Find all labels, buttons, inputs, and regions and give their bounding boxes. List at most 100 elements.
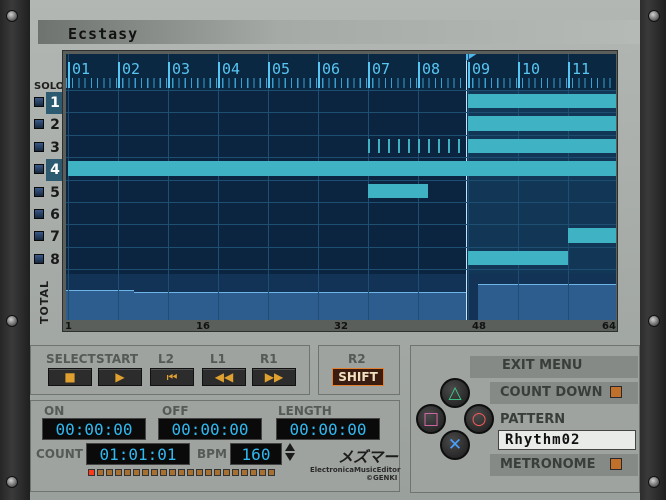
app-logo: メズマー ElectronicaMusicEditor ©GENKI: [308, 440, 400, 486]
metronome-indicator[interactable]: [610, 458, 622, 470]
row-line: [66, 179, 616, 181]
track-row-5[interactable]: 5: [30, 182, 66, 204]
count-led: [169, 469, 176, 476]
logo-subtitle: ElectronicaMusicEditor: [310, 466, 401, 474]
total-label: TOTAL: [38, 280, 51, 325]
solo-toggle[interactable]: [34, 253, 44, 264]
rewind-icon: ◀◀: [214, 370, 234, 384]
on-time-display[interactable]: 00:00:00: [42, 418, 146, 440]
total-level-step: [478, 284, 616, 320]
track-row-6[interactable]: 6: [30, 204, 66, 226]
bpm-display[interactable]: 160: [230, 443, 282, 465]
rack-left-rail: [0, 0, 30, 500]
song-title: Ecstasy: [68, 25, 139, 43]
arrow-up-icon[interactable]: [285, 443, 295, 451]
scale-label: 1: [65, 321, 72, 332]
count-led: [214, 469, 221, 476]
rack-right-rail: [636, 0, 666, 500]
total-level-step: [134, 292, 466, 320]
transport-label: L1: [210, 352, 226, 366]
solo-toggle[interactable]: [34, 209, 44, 219]
solo-toggle[interactable]: [34, 186, 44, 197]
square-icon: □: [422, 409, 440, 429]
bar-number[interactable]: 05: [272, 60, 290, 78]
count-led: [232, 469, 239, 476]
row-line: [66, 246, 616, 248]
solo-toggle[interactable]: [34, 164, 44, 175]
cross-button[interactable]: ✕: [440, 430, 470, 460]
triangle-button[interactable]: △: [440, 378, 470, 408]
off-label: OFF: [162, 404, 189, 418]
scale-label: 48: [472, 321, 486, 332]
bar-tick: [318, 62, 320, 88]
bar-number[interactable]: 02: [122, 60, 140, 78]
pattern-block[interactable]: [468, 138, 616, 154]
scale-label: 16: [196, 321, 210, 332]
solo-toggle[interactable]: [34, 141, 44, 152]
count-led: [196, 469, 203, 476]
track-row-2[interactable]: 2: [30, 114, 66, 136]
bar-tick: [118, 62, 120, 88]
track-row-1[interactable]: 1: [30, 92, 66, 114]
bar-number[interactable]: 11: [572, 60, 590, 78]
pattern-block[interactable]: [468, 116, 616, 131]
length-label: LENGTH: [278, 404, 332, 418]
arrow-down-icon[interactable]: [285, 453, 295, 461]
square-button[interactable]: □: [416, 404, 446, 434]
circle-icon: ○: [471, 409, 487, 429]
track-row-4[interactable]: 4: [30, 159, 66, 182]
bpm-stepper[interactable]: [285, 443, 295, 461]
bar-tick: [268, 62, 270, 88]
l2-button[interactable]: ⏮: [150, 368, 194, 386]
bar-number[interactable]: 10: [522, 60, 540, 78]
bar-number[interactable]: 07: [372, 60, 390, 78]
playhead[interactable]: [466, 54, 467, 320]
bar-number[interactable]: 06: [322, 60, 340, 78]
track-row-8[interactable]: 8: [30, 249, 66, 271]
track-row-7[interactable]: 7: [30, 226, 66, 248]
length-display[interactable]: 00:00:00: [276, 418, 380, 440]
track-row-3[interactable]: 3: [30, 137, 66, 159]
skip-start-icon: ⏮: [166, 370, 178, 384]
bar-tick: [418, 62, 420, 88]
ruler-ticks: [66, 78, 616, 88]
count-led: [142, 469, 149, 476]
pattern-block[interactable]: [468, 250, 568, 266]
pattern-block[interactable]: [568, 228, 616, 243]
select-button[interactable]: ■: [48, 368, 92, 386]
on-label: ON: [44, 404, 65, 418]
count-led: [115, 469, 122, 476]
bar-number[interactable]: 04: [222, 60, 240, 78]
pattern-select[interactable]: Rhythm02: [498, 430, 636, 450]
bar-number[interactable]: 01: [72, 60, 90, 78]
solo-toggle[interactable]: [34, 231, 44, 242]
exit-menu-item[interactable]: EXIT MENU: [502, 358, 582, 373]
pattern-block[interactable]: [368, 138, 468, 154]
pattern-block[interactable]: [468, 94, 616, 109]
pattern-block[interactable]: [68, 161, 616, 176]
r1-button[interactable]: ▶▶: [252, 368, 296, 386]
count-down-item[interactable]: COUNT DOWN: [500, 385, 602, 400]
screw-icon: [648, 10, 660, 22]
off-time-display[interactable]: 00:00:00: [158, 418, 262, 440]
scale-label: 64: [602, 321, 616, 332]
start-button[interactable]: ▶: [98, 368, 142, 386]
pattern-block[interactable]: [368, 183, 428, 198]
solo-toggle[interactable]: [34, 119, 44, 130]
count-led: [133, 469, 140, 476]
count-label: COUNT: [36, 447, 83, 461]
metronome-item[interactable]: METRONOME: [500, 457, 596, 472]
count-down-indicator[interactable]: [610, 386, 622, 398]
bar-number[interactable]: 09: [472, 60, 490, 78]
solo-toggle[interactable]: [34, 97, 44, 107]
l1-button[interactable]: ◀◀: [202, 368, 246, 386]
bar-line: [218, 54, 219, 320]
bar-number[interactable]: 08: [422, 60, 440, 78]
circle-button[interactable]: ○: [464, 404, 494, 434]
count-display[interactable]: 01:01:01: [86, 443, 190, 465]
shift-button[interactable]: SHIFT: [332, 368, 384, 386]
bar-number[interactable]: 03: [172, 60, 190, 78]
logo-title: メズマー: [338, 448, 399, 466]
count-led: [187, 469, 194, 476]
arrangement-grid[interactable]: 01 02 03 04 05 06 07 08 09 10 11: [66, 54, 616, 320]
